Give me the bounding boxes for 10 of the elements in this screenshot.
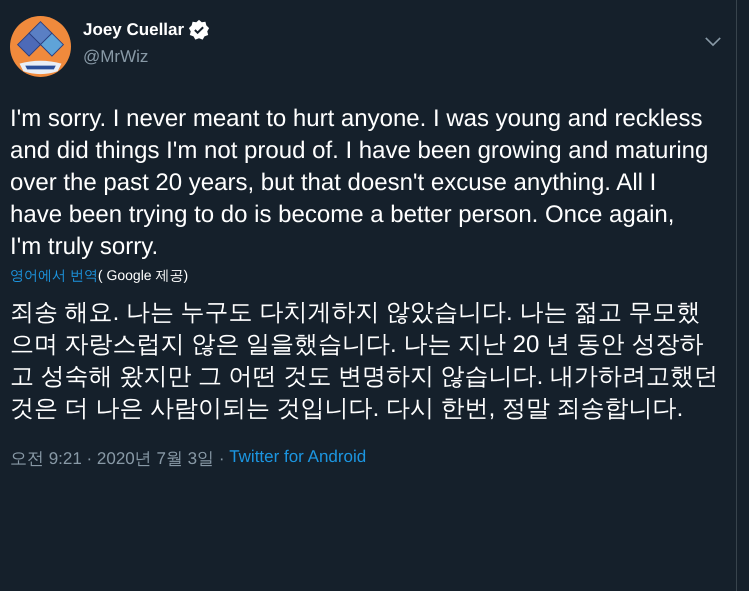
timestamp[interactable]: 오전 9:21 · 2020년 7월 3일 ·: [10, 447, 230, 470]
translated-text: 죄송 해요. 나는 누구도 다치게하지 않았습니다. 나는 젊고 무모했으며 자랑스럽지 않은 일을했습니다. 나는 지난 20 년 동안 성장하고 성숙해 왔지만 그 어떤 것도 변명하지 않습니다. 내가하려고했던 것은 더 나은 사람이되는 것입니다. 다시 한번, 정말 죄송합니다.: [10, 298, 720, 424]
source-link[interactable]: Twitter for Android: [229, 447, 366, 470]
translation-credit: ( Google 제공): [98, 267, 188, 285]
author-handle[interactable]: @MrWiz: [83, 47, 692, 67]
avatar-logo-icon[interactable]: [10, 16, 71, 77]
chevron-down-icon[interactable]: [704, 36, 722, 47]
author-name[interactable]: Joey Cuellar: [83, 20, 184, 40]
translate-link[interactable]: 영어에서 번역: [10, 267, 98, 285]
tweet-text: I'm sorry. I never meant to hurt anyone. I was young and reckless and did things I'm not proud of. I have been growing and maturing over the past 20 years, but that doesn't excuse anything. All I have been trying to do is become a better person. Once again, I'm truly sorry.: [10, 104, 710, 262]
